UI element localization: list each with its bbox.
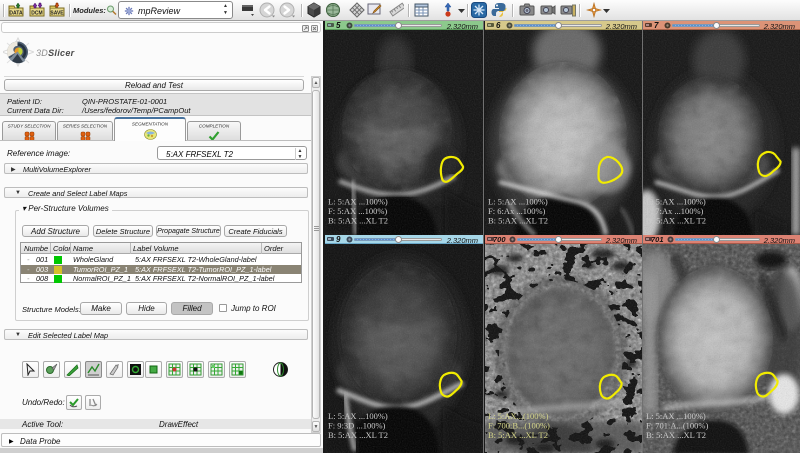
svg-text:DCM: DCM [31,11,42,17]
svg-text:B: 5:AX ...XL T2: B: 5:AX ...XL T2 [646,430,706,440]
svg-text:L: 5:AX ...100%): L: 5:AX ...100%) [646,197,706,207]
svg-text:F: 9:3D ...100%): F: 9:3D ...100%) [328,421,386,431]
svg-text:F: 7:Ax ...100%): F: 7:Ax ...100%) [646,206,704,216]
svg-text:F: 5:AX ...100%): F: 5:AX ...100%) [328,206,387,216]
svg-text:B: 5:AX ...XL T2: B: 5:AX ...XL T2 [488,216,548,226]
svg-text:L: 5:AX...(100%): L: 5:AX...(100%) [488,411,549,421]
svg-text:F: 701:A...(100%): F: 701:A...(100%) [646,421,709,431]
svg-text:B: 5:AX ...XL T2: B: 5:AX ...XL T2 [488,430,548,440]
svg-text:B: 5:AX ...XL T2: B: 5:AX ...XL T2 [328,216,388,226]
svg-text:B: 5:AX ...XL T2: B: 5:AX ...XL T2 [646,216,706,226]
svg-text:L: 5:AX ...100%): L: 5:AX ...100%) [328,197,388,207]
svg-text:L: 5:AX ...100%): L: 5:AX ...100%) [646,411,706,421]
svg-text:F: 700:B...(100%): F: 700:B...(100%) [488,421,550,431]
svg-text:L: 5:AX ...100%): L: 5:AX ...100%) [488,197,548,207]
svg-text:SAVE: SAVE [50,11,64,17]
svg-text:DATA: DATA [9,11,23,17]
svg-text:F: 6:Ax ...100%): F: 6:Ax ...100%) [488,206,546,216]
svg-text:B: 5:AX ...XL T2: B: 5:AX ...XL T2 [328,430,388,440]
svg-text:L: 5:AX ...100%): L: 5:AX ...100%) [328,411,388,421]
